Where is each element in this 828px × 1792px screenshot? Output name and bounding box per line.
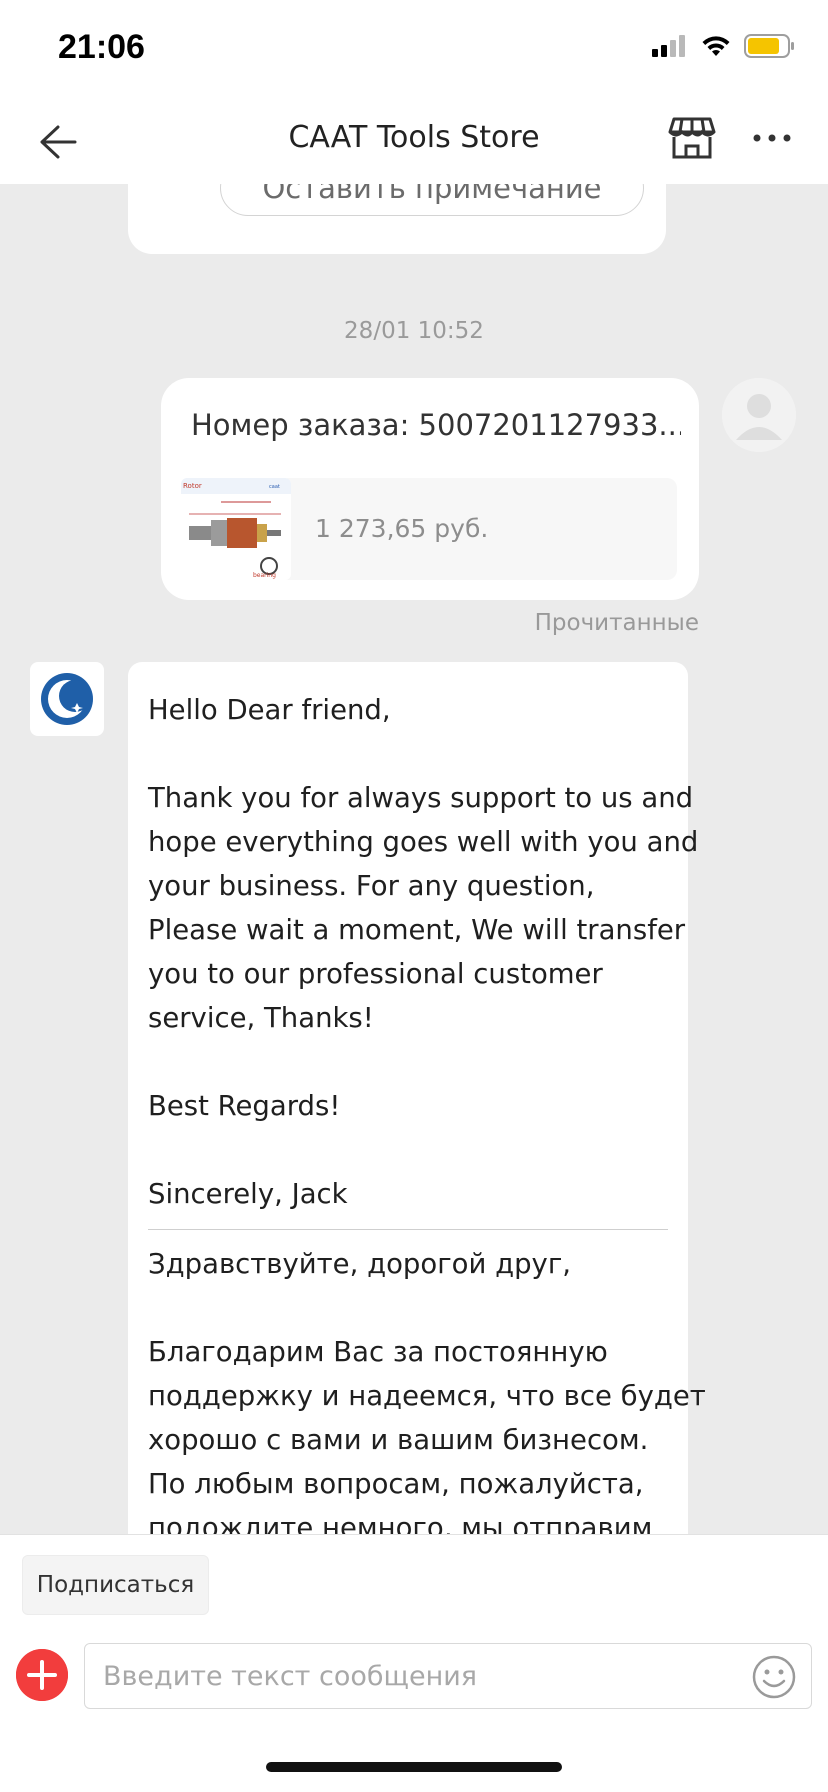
message-gap: [148, 1286, 668, 1330]
user-avatar: [722, 378, 796, 452]
message-line: хорошо с вами и вашим бизнесом.: [148, 1424, 649, 1456]
message-gap: [148, 1128, 668, 1172]
more-button[interactable]: [744, 110, 800, 166]
svg-text:Rotor: Rotor: [183, 482, 202, 490]
message-line: подождите немного, мы отправим: [148, 1512, 653, 1534]
message-timestamp: 28/01 10:52: [344, 318, 484, 344]
status-icons: [652, 34, 796, 58]
read-status: Прочитанные: [534, 610, 699, 636]
add-attachment-button[interactable]: [16, 1649, 68, 1701]
subscribe-button[interactable]: Подписаться: [22, 1555, 209, 1615]
store-message-bubble[interactable]: Hello Dear friend, Thank you for always …: [128, 662, 706, 1534]
wifi-icon: [702, 36, 730, 56]
message-divider: [148, 1229, 668, 1230]
message-line: Please wait a moment, We will transfer: [148, 914, 686, 946]
order-number: Номер заказа: 5007201127933...: [191, 408, 681, 442]
message-line: you to our professional customer: [148, 958, 603, 990]
home-indicator[interactable]: [266, 1762, 562, 1772]
storefront-icon: [668, 117, 716, 159]
message-line: Благодарим Вас за постоянную: [148, 1336, 608, 1368]
store-logo-icon: [41, 673, 93, 725]
message-input[interactable]: [103, 1654, 723, 1698]
message-input-box[interactable]: [84, 1643, 812, 1709]
svg-text:bearing: bearing: [253, 572, 276, 579]
message-line: service, Thanks!: [148, 1002, 374, 1034]
product-image: Rotor caat bearing: [181, 478, 291, 580]
product-price: 1 273,65 руб.: [315, 514, 489, 543]
battery-icon: [744, 34, 794, 58]
message-line: hope everything goes well with you and: [148, 826, 699, 858]
message-line: Hello Dear friend,: [148, 694, 391, 726]
cellular-signal-icon: [652, 35, 685, 57]
nav-header: CAAT Tools Store: [0, 100, 828, 184]
message-line: Thank you for always support to us and: [148, 782, 694, 814]
emoji-button[interactable]: [751, 1654, 797, 1700]
message-line: По любым вопросам, пожалуйста,: [148, 1468, 644, 1500]
chat-area[interactable]: Оставить примечание 28/01 10:52 Номер за…: [0, 184, 828, 1534]
user-silhouette-icon: [722, 378, 796, 452]
more-dots-icon: [753, 134, 791, 142]
message-gap: [148, 1040, 668, 1084]
message-line: Sincerely, Jack: [148, 1178, 348, 1210]
plus-circle-icon: [16, 1649, 68, 1701]
status-bar: 21:06: [0, 0, 828, 100]
message-line: your business. For any question,: [148, 870, 595, 902]
message-line: поддержку и надеемся, что все будет: [148, 1380, 706, 1412]
svg-text:caat: caat: [269, 484, 280, 490]
status-time: 21:06: [58, 28, 145, 66]
leave-note-button[interactable]: Оставить примечание: [220, 184, 644, 216]
message-line: Здравствуйте, дорогой друг,: [148, 1248, 572, 1280]
previous-message-card: Оставить примечание: [128, 184, 666, 254]
smiley-icon: [752, 1655, 796, 1699]
message-gap: [148, 732, 668, 776]
order-message-bubble[interactable]: Номер заказа: 5007201127933... Rotor caa…: [161, 378, 699, 600]
message-line: Best Regards!: [148, 1090, 341, 1122]
composer-bar: Подписаться: [0, 1534, 828, 1792]
store-avatar[interactable]: [30, 662, 104, 736]
product-card[interactable]: Rotor caat bearing 1 273,65 руб.: [181, 478, 677, 580]
store-button[interactable]: [664, 110, 720, 166]
